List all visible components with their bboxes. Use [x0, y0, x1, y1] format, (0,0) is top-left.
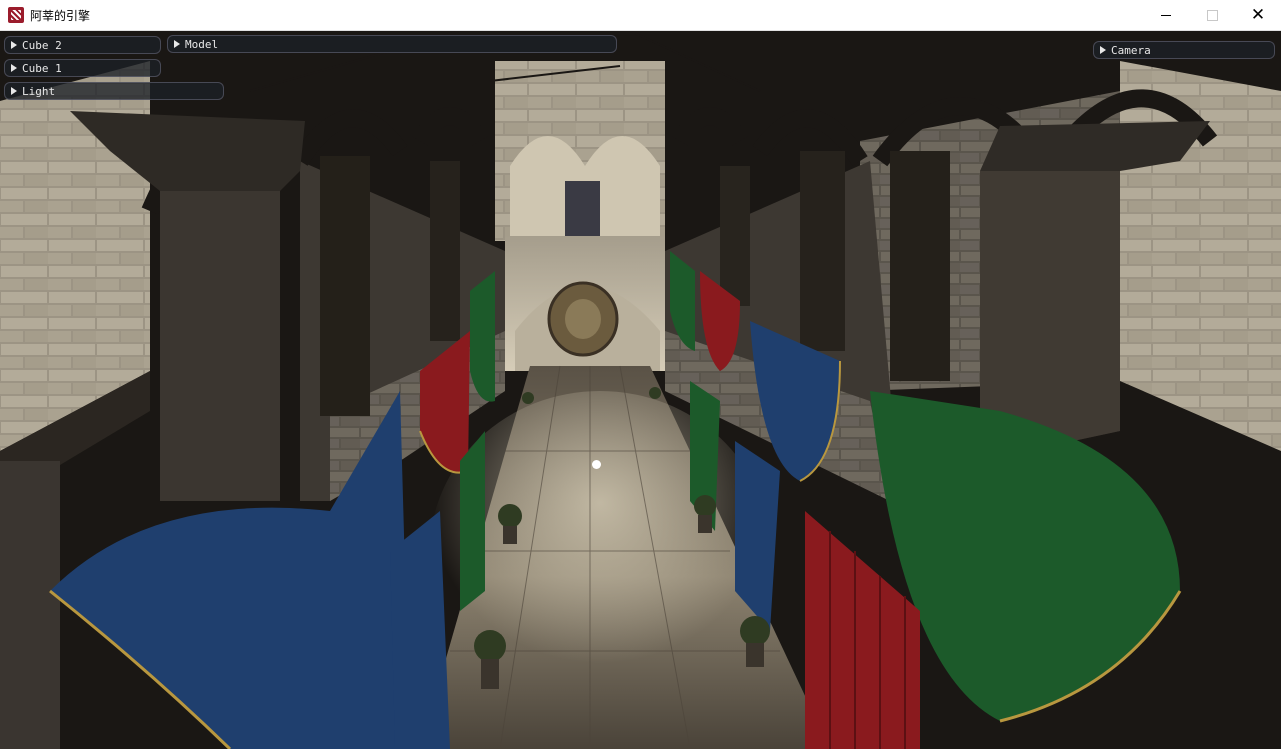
- expand-arrow-icon: [11, 64, 17, 72]
- panel-label: Model: [185, 37, 219, 51]
- panel-label: Cube 1: [22, 61, 62, 75]
- panel-label: Light: [22, 84, 56, 98]
- maximize-icon: [1206, 10, 1218, 21]
- panel-light[interactable]: Light: [4, 82, 224, 100]
- minimize-button[interactable]: [1143, 0, 1189, 31]
- close-button[interactable]: ✕: [1235, 0, 1281, 31]
- expand-arrow-icon: [1100, 46, 1106, 54]
- minimize-icon: [1161, 15, 1171, 16]
- app-logo-icon: [8, 7, 24, 23]
- panel-cube-1[interactable]: Cube 1: [4, 59, 161, 77]
- expand-arrow-icon: [174, 40, 180, 48]
- scene-viewport[interactable]: [0, 31, 1281, 749]
- maximize-button[interactable]: [1189, 0, 1235, 31]
- panel-model[interactable]: Model: [167, 35, 617, 53]
- expand-arrow-icon: [11, 41, 17, 49]
- close-icon: ✕: [1250, 5, 1266, 25]
- window-title: 阿莘的引擎: [30, 8, 91, 23]
- light-source-marker: [592, 460, 601, 469]
- panel-label: Camera: [1111, 43, 1151, 57]
- window-controls: ✕: [1143, 0, 1281, 31]
- expand-arrow-icon: [11, 87, 17, 95]
- panel-label: Cube 2: [22, 38, 62, 52]
- title-bar: 阿莘的引擎 ✕: [0, 0, 1281, 31]
- panel-camera[interactable]: Camera: [1093, 41, 1275, 59]
- panel-cube-2[interactable]: Cube 2: [4, 36, 161, 54]
- sponza-scene: [0, 31, 1281, 749]
